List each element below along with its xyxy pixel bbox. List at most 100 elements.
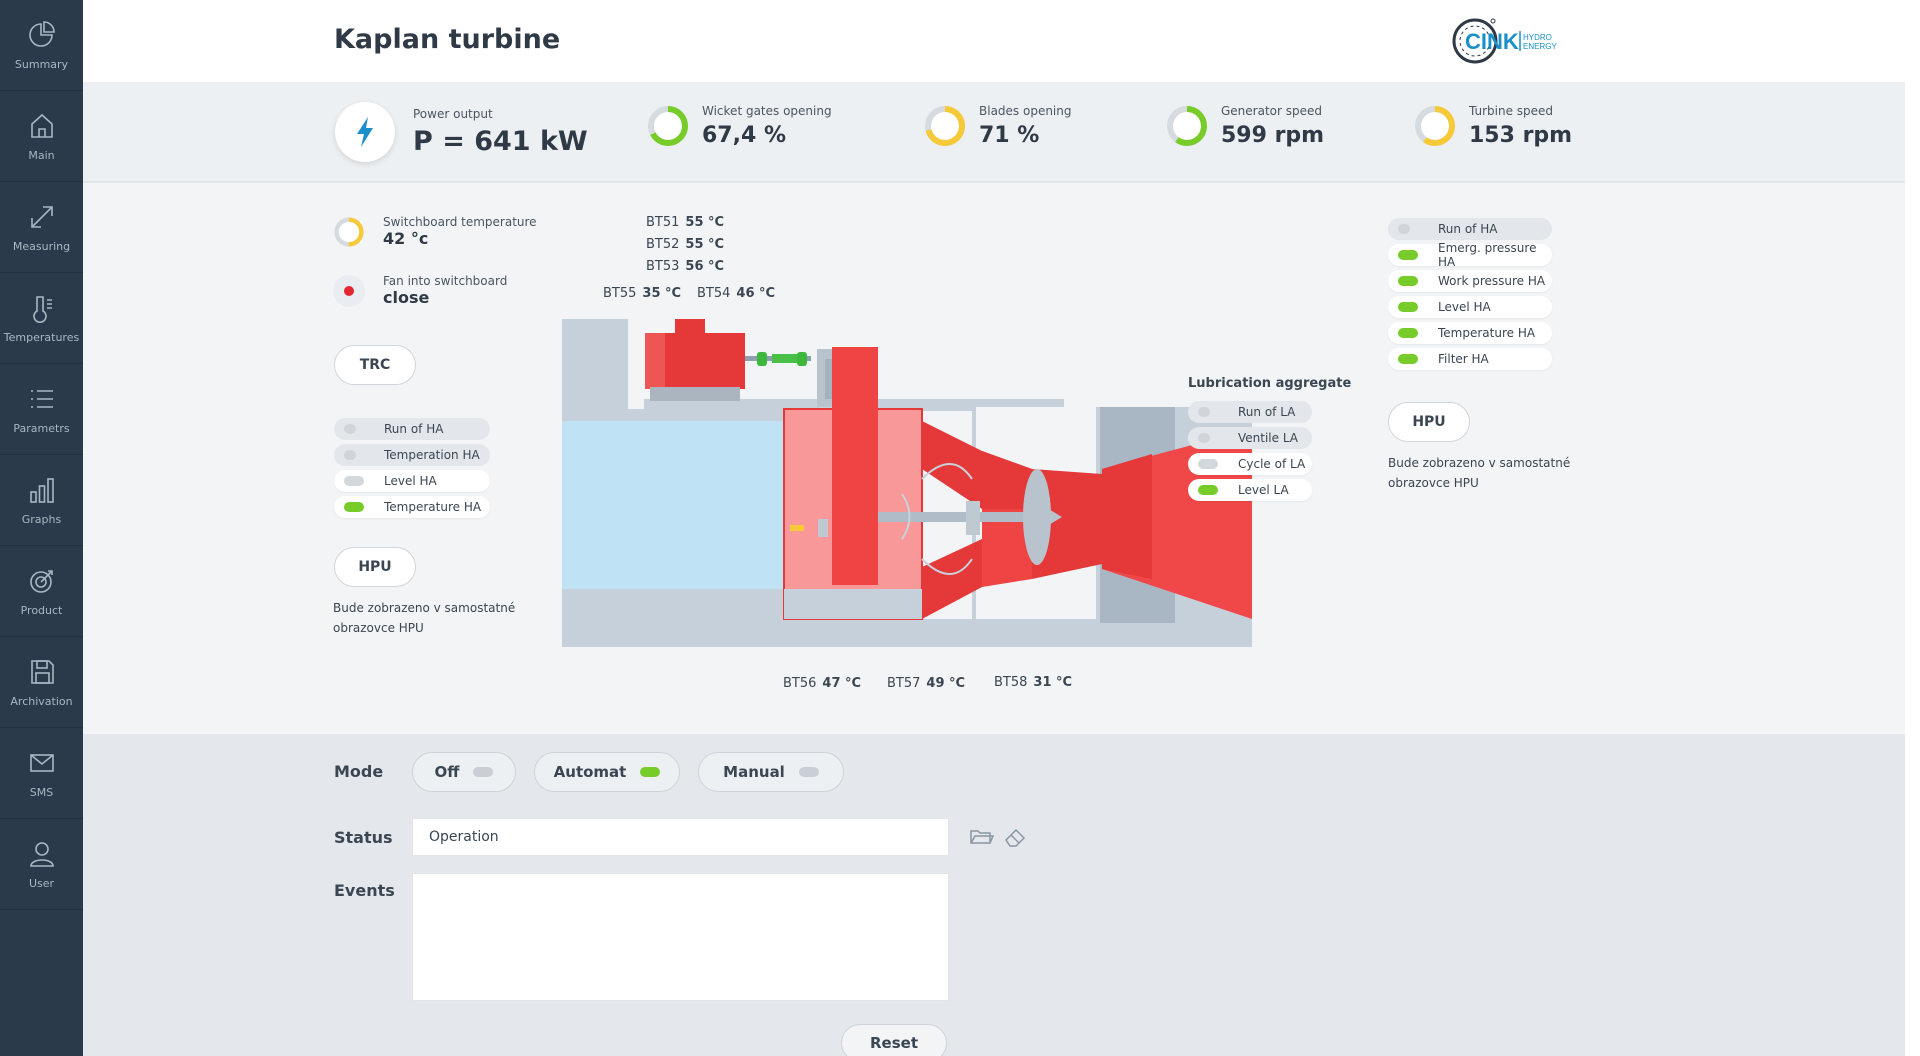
clear-button[interactable]	[1002, 824, 1028, 850]
nav-product[interactable]: Product	[0, 546, 83, 637]
right-status-list: Run of HA Emerg. pressure HA Work pressu…	[1388, 218, 1552, 374]
nav-parametrs[interactable]: Parametrs	[0, 364, 83, 455]
right-edge	[1905, 0, 1920, 1056]
sidebar: Summary Main Measuring Temperatures Para…	[0, 0, 83, 1056]
svg-text:CINK: CINK	[1465, 29, 1519, 54]
left-status-list: Run of HA Temperation HA Level HA Temper…	[334, 418, 490, 522]
hpu-note-left: Bude zobrazeno v samostatné obrazovce HP…	[333, 601, 516, 635]
nav-graphs-label: Graphs	[21, 512, 62, 526]
nav-parametrs-label: Parametrs	[13, 421, 70, 435]
events-textarea[interactable]	[412, 873, 949, 1001]
page-title: Kaplan turbine	[334, 24, 561, 55]
switchboard-temp-gauge	[334, 216, 364, 247]
hpu-button-right[interactable]: HPU	[1388, 402, 1470, 442]
mail-icon	[29, 753, 54, 772]
lubrication-status-row: Run of LA	[1188, 401, 1312, 423]
metrics-bar: Power output P = 641 kW Wicket gates ope…	[83, 82, 1905, 182]
lubrication-title: Lubrication aggregate	[1188, 376, 1352, 391]
left-status-row: Temperature HA	[334, 496, 490, 518]
wicket-gauge	[648, 106, 688, 146]
mode-manual-button[interactable]: Manual	[698, 752, 844, 792]
left-status-row: Run of HA	[334, 418, 490, 440]
turbine-label: Turbine speed	[1469, 104, 1554, 118]
metric-power: Power output P = 641 kW	[335, 102, 588, 162]
nav-sms[interactable]: SMS	[0, 728, 83, 819]
fan-alarm-indicator	[333, 274, 365, 307]
trc-button[interactable]: TRC	[334, 345, 416, 385]
status-label: Status	[334, 828, 393, 847]
lubrication-status-list: Run of LA Ventile LA Cycle of LA Level L…	[1188, 401, 1312, 505]
pie-chart-icon	[28, 20, 55, 47]
mode-automat-button[interactable]: Automat	[534, 752, 680, 792]
nav-product-label: Product	[20, 603, 63, 617]
nav-main[interactable]: Main	[0, 91, 83, 182]
hpu-note-right: Bude zobrazeno v samostatné obrazovce HP…	[1388, 456, 1571, 490]
nav-measuring-label: Measuring	[12, 239, 71, 253]
nav-main-label: Main	[28, 148, 55, 162]
sensor-bt51: BT51 55 °C	[646, 215, 725, 230]
lubrication-status-row: Ventile LA	[1188, 427, 1312, 449]
right-status-row: Run of HA	[1388, 218, 1552, 240]
nav-graphs[interactable]: Graphs	[0, 455, 83, 546]
control-panel: Mode Off Automat Manual Status Operation…	[83, 734, 1905, 1056]
power-badge	[335, 102, 395, 162]
nav-user[interactable]: User	[0, 819, 83, 910]
blades-gauge	[925, 106, 965, 146]
svg-text:HYDRO: HYDRO	[1523, 33, 1552, 42]
lubrication-status-row: Cycle of LA	[1188, 453, 1312, 475]
lightning-icon	[357, 117, 373, 147]
metric-blades: Blades opening 71 %	[923, 104, 1072, 148]
sensor-bt57: BT57 49 °C	[887, 676, 966, 691]
hpu-button-left[interactable]: HPU	[334, 547, 416, 587]
mode-automat-toggle	[640, 767, 661, 777]
switchboard-temp-value: 42 °c	[383, 229, 429, 248]
right-status-row: Emerg. pressure HA	[1388, 241, 1552, 269]
switchboard-temp: Switchboard temperature 42 °c	[333, 215, 537, 248]
fan-switchboard: Fan into switchboard close	[333, 274, 507, 307]
bar-chart-icon	[29, 477, 54, 503]
expand-icon	[30, 205, 53, 228]
fan-value: close	[383, 288, 430, 307]
header: Kaplan turbine CINK HYDRO ENERGY	[83, 0, 1905, 82]
sensor-bt55: BT55 35 °C	[603, 286, 682, 301]
sensor-bt54: BT54 46 °C	[697, 286, 776, 301]
wicket-label: Wicket gates opening	[702, 104, 832, 118]
company-logo: CINK HYDRO ENERGY	[1451, 14, 1571, 68]
nav-summary-label: Summary	[14, 57, 69, 71]
status-field[interactable]: Operation	[412, 818, 949, 856]
mode-manual-toggle	[798, 767, 819, 777]
sensor-bt53: BT53 56 °C	[646, 259, 725, 274]
thermometer-icon	[32, 295, 52, 323]
metric-turbine: Turbine speed 153 rpm	[1413, 104, 1572, 148]
archive-icon	[30, 659, 54, 684]
eraser-icon	[1005, 828, 1026, 847]
mode-off-button[interactable]: Off	[412, 752, 516, 792]
blades-value: 71 %	[979, 123, 1040, 148]
right-status-row: Filter HA	[1388, 348, 1552, 370]
switchboard-temp-label: Switchboard temperature	[383, 215, 537, 229]
fan-label: Fan into switchboard	[383, 274, 508, 288]
open-folder-button[interactable]	[968, 824, 995, 850]
lubrication-status-row: Level LA	[1188, 479, 1312, 501]
power-value: P = 641 kW	[413, 126, 588, 157]
main-panel: Switchboard temperature 42 °c Fan into s…	[83, 183, 1905, 734]
sensor-bt52: BT52 55 °C	[646, 237, 725, 252]
reset-button[interactable]: Reset	[841, 1024, 947, 1056]
nav-user-label: User	[28, 876, 55, 890]
home-icon	[30, 113, 53, 138]
nav-archivation-label: Archivation	[10, 694, 73, 708]
blades-label: Blades opening	[979, 104, 1072, 118]
metric-generator: Generator speed 599 rpm	[1165, 104, 1324, 148]
nav-archivation[interactable]: Archivation	[0, 637, 83, 728]
sensor-bt58: BT58 31 °C	[994, 675, 1073, 690]
right-status-row: Level HA	[1388, 296, 1552, 318]
target-icon	[29, 569, 53, 593]
svg-text:ENERGY: ENERGY	[1523, 42, 1557, 51]
mode-off-toggle	[473, 767, 494, 777]
list-icon	[30, 389, 53, 408]
nav-measuring[interactable]: Measuring	[0, 182, 83, 273]
generator-label: Generator speed	[1221, 104, 1323, 118]
nav-temperatures[interactable]: Temperatures	[0, 273, 83, 364]
nav-summary[interactable]: Summary	[0, 0, 83, 91]
generator-value: 599 rpm	[1221, 123, 1325, 148]
